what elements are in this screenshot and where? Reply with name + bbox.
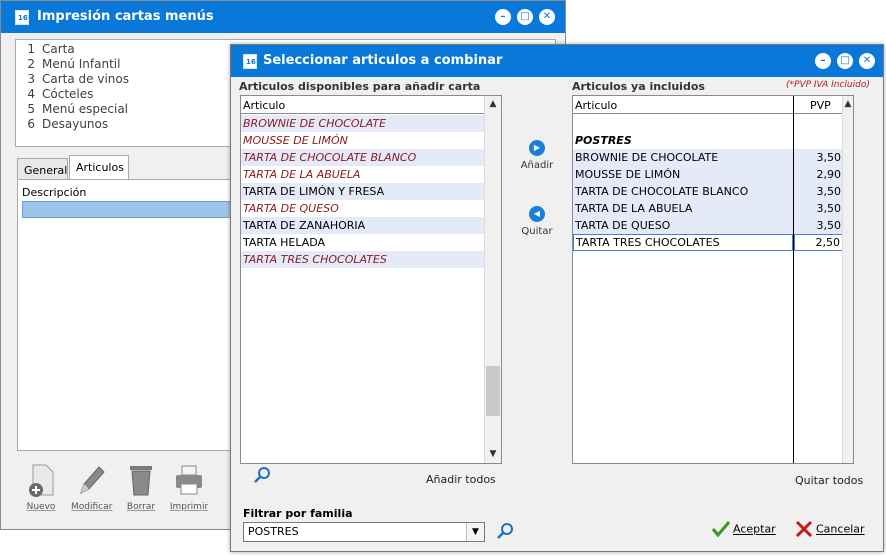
menu-label: Menú Infantil bbox=[42, 57, 121, 71]
included-row[interactable]: TARTA DE LA ABUELA bbox=[573, 200, 793, 217]
modify-label: Modificar bbox=[71, 502, 113, 512]
print-label: Imprimir bbox=[169, 502, 209, 512]
available-header: Articulo bbox=[241, 96, 501, 114]
minimize-icon[interactable]: – bbox=[495, 9, 511, 25]
available-row[interactable]: MOUSSE DE LIMÓN bbox=[241, 132, 484, 149]
pvp-cell: 2,90 bbox=[794, 166, 843, 183]
printer-icon bbox=[176, 465, 202, 495]
family-filter-select[interactable]: POSTRES ▼ bbox=[243, 522, 485, 542]
pvp-cell: 3,50 bbox=[794, 217, 843, 234]
available-label: Articulos disponibles para añadir carta bbox=[239, 80, 481, 93]
arrow-right-icon: ▶ bbox=[529, 140, 545, 156]
dialog-title: Seleccionar articulos a combinar bbox=[263, 53, 503, 68]
included-row[interactable]: BROWNIE DE CHOCOLATE bbox=[573, 149, 793, 166]
remove-button[interactable]: ◀ Quitar bbox=[512, 206, 562, 237]
pvp-cell[interactable]: 2,50 bbox=[794, 234, 843, 251]
scroll-down-icon[interactable]: ▼ bbox=[485, 446, 501, 463]
maximize-icon[interactable]: □ bbox=[517, 9, 533, 25]
filter-value: POSTRES bbox=[248, 525, 299, 538]
menu-number: 3 bbox=[27, 72, 35, 86]
pvp-note: (*PVP IVA Incluido) bbox=[786, 80, 870, 90]
dialog-titlebar: Seleccionar articulos a combinar – □ ✕ bbox=[231, 45, 883, 77]
close-icon[interactable]: ✕ bbox=[859, 53, 875, 69]
cancel-button[interactable]: Cancelar bbox=[794, 519, 865, 541]
trash-icon bbox=[130, 466, 152, 496]
menu-number: 5 bbox=[27, 102, 35, 116]
add-button[interactable]: ▶ Añadir bbox=[512, 140, 562, 171]
remove-all-button[interactable]: Quitar todos bbox=[795, 474, 863, 487]
filter-label: Filtrar por familia bbox=[243, 507, 353, 520]
maximize-icon[interactable]: □ bbox=[837, 53, 853, 69]
menu-number: 2 bbox=[27, 57, 35, 71]
menu-label: Carta bbox=[42, 42, 75, 56]
available-row[interactable]: TARTA DE QUESO bbox=[241, 200, 484, 217]
menu-number: 6 bbox=[27, 117, 35, 131]
new-label: Nuevo bbox=[26, 502, 56, 512]
available-row[interactable]: TARTA HELADA bbox=[241, 234, 484, 251]
tab-general[interactable]: General bbox=[17, 158, 68, 179]
menu-label: Carta de vinos bbox=[42, 72, 129, 86]
available-row[interactable]: BROWNIE DE CHOCOLATE bbox=[241, 115, 484, 132]
modify-button[interactable]: Modificar bbox=[71, 463, 113, 515]
menu-label: Desayunos bbox=[42, 117, 109, 131]
menu-number: 1 bbox=[27, 42, 35, 56]
included-row[interactable]: TARTA TRES CHOCOLATES bbox=[573, 234, 793, 251]
search-icon[interactable] bbox=[253, 466, 271, 484]
available-articles-grid[interactable]: Articulo BROWNIE DE CHOCOLATE MOUSSE DE L… bbox=[240, 95, 502, 464]
cancel-label: Cancelar bbox=[816, 522, 865, 536]
pvp-cell: 3,50 bbox=[794, 183, 843, 200]
menu-number: 4 bbox=[27, 87, 35, 101]
included-row[interactable]: TARTA DE QUESO bbox=[573, 217, 793, 234]
available-row[interactable]: TARTA DE LA ABUELA bbox=[241, 166, 484, 183]
chevron-down-icon[interactable]: ▼ bbox=[466, 523, 484, 541]
add-all-button[interactable]: Añadir todos bbox=[426, 473, 496, 486]
included-articles-grid[interactable]: Articulo PVP POSTRES BROWNIE DE CHOCOLAT… bbox=[572, 95, 854, 464]
window-title: Impresión cartas menús bbox=[37, 9, 214, 24]
scroll-thumb[interactable] bbox=[486, 366, 500, 416]
pencil-icon bbox=[80, 466, 105, 494]
available-row[interactable]: TARTA DE LIMÓN Y FRESA bbox=[241, 183, 484, 200]
included-header: Articulo PVP bbox=[573, 96, 853, 114]
included-row[interactable]: TARTA DE CHOCOLATE BLANCO bbox=[573, 183, 793, 200]
scroll-up-icon[interactable]: ▲ bbox=[843, 96, 853, 113]
close-icon[interactable]: ✕ bbox=[539, 9, 555, 25]
check-icon bbox=[711, 521, 731, 538]
scroll-up-icon[interactable]: ▲ bbox=[485, 96, 501, 113]
description-header: Descripción bbox=[22, 186, 87, 199]
remove-label: Quitar bbox=[521, 226, 553, 237]
minimize-icon[interactable]: – bbox=[815, 53, 831, 69]
included-scrollbar[interactable]: ▲ bbox=[842, 96, 853, 463]
available-row[interactable]: TARTA TRES CHOCOLATES bbox=[241, 251, 484, 268]
included-label: Articulos ya incluidos bbox=[572, 80, 705, 93]
accept-button[interactable]: Aceptar bbox=[711, 519, 776, 541]
pvp-cell: 3,50 bbox=[794, 200, 843, 217]
group-row: POSTRES bbox=[575, 134, 632, 147]
delete-button[interactable]: Borrar bbox=[121, 463, 161, 515]
select-articles-dialog: Seleccionar articulos a combinar – □ ✕ A… bbox=[230, 44, 884, 552]
print-button[interactable]: Imprimir bbox=[169, 463, 209, 515]
pvp-column-header: PVP bbox=[810, 99, 831, 112]
new-document-icon bbox=[29, 464, 54, 497]
new-button[interactable]: Nuevo bbox=[21, 463, 61, 515]
menu-label: Menú especial bbox=[42, 102, 129, 116]
add-label: Añadir bbox=[520, 160, 554, 171]
arrow-left-icon: ◀ bbox=[529, 206, 545, 222]
x-icon bbox=[795, 520, 813, 538]
articulo-column-header: Articulo bbox=[575, 99, 618, 112]
app-icon bbox=[15, 10, 29, 25]
available-scrollbar[interactable]: ▲ ▼ bbox=[484, 96, 501, 463]
window-titlebar: Impresión cartas menús – □ ✕ bbox=[1, 1, 565, 33]
app-icon bbox=[243, 54, 257, 69]
search-icon[interactable] bbox=[496, 522, 514, 540]
accept-label: Aceptar bbox=[733, 522, 776, 536]
available-row[interactable]: TARTA DE CHOCOLATE BLANCO bbox=[241, 149, 484, 166]
pvp-cell: 3,50 bbox=[794, 149, 843, 166]
tab-articulos[interactable]: Articulos bbox=[69, 155, 129, 179]
articulo-column-header: Articulo bbox=[243, 99, 286, 112]
menu-label: Cócteles bbox=[42, 87, 94, 101]
delete-label: Borrar bbox=[126, 502, 156, 512]
included-row[interactable]: MOUSSE DE LIMÓN bbox=[573, 166, 793, 183]
available-row[interactable]: TARTA DE ZANAHORIA bbox=[241, 217, 484, 234]
